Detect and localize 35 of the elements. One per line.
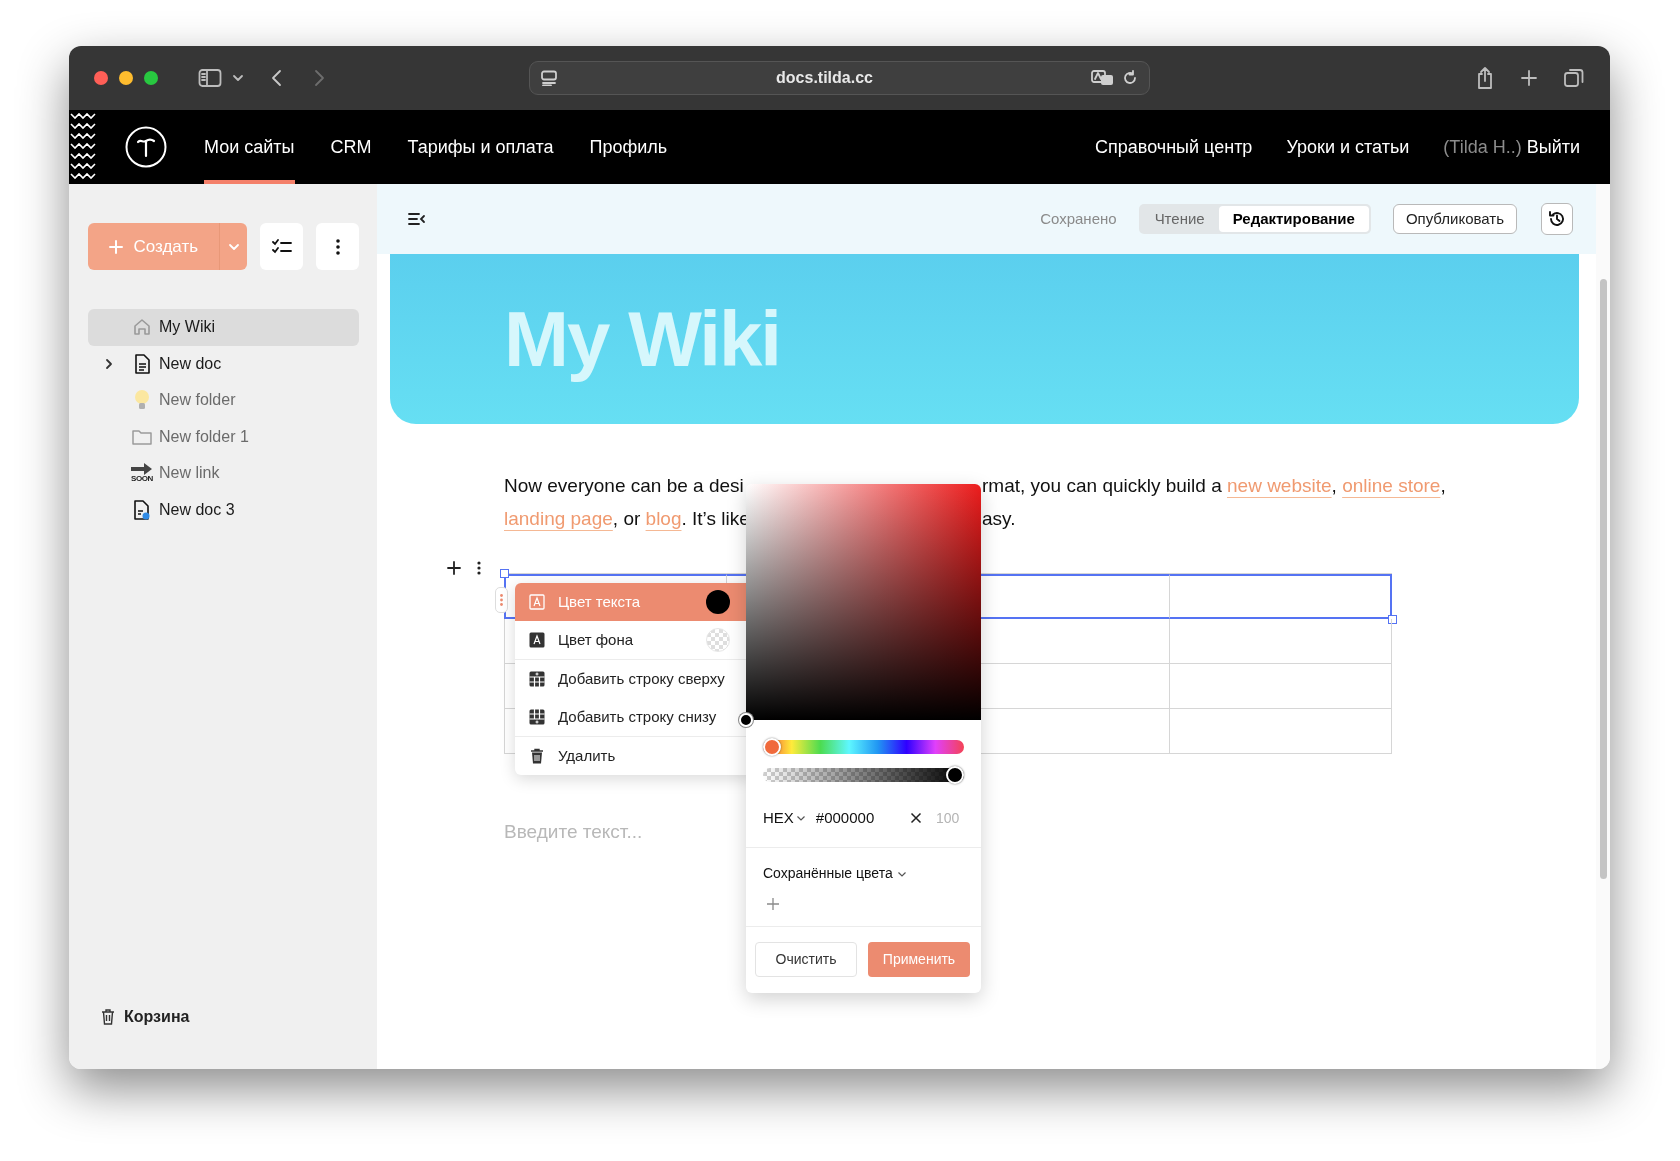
tree-item[interactable]: New folder 1 <box>88 418 359 455</box>
mode-tab[interactable]: Чтение <box>1140 206 1219 232</box>
trash-link[interactable]: Корзина <box>88 1005 359 1029</box>
paragraph-text: Now everyone can be a desi <box>504 475 744 497</box>
save-status: Сохранено <box>1040 208 1117 229</box>
nav-link[interactable]: Справочный центр <box>1095 133 1253 161</box>
soon-label: SOON <box>131 475 153 484</box>
format-dropdown[interactable]: HEX <box>763 806 806 830</box>
opacity-input[interactable]: 100 <box>936 807 964 829</box>
tree-item[interactable]: New doc <box>88 345 359 382</box>
nav-tab[interactable]: Тарифы и оплата <box>407 110 554 184</box>
user-name: (Tilda H..) <box>1443 135 1522 159</box>
tree-item[interactable]: New folder <box>88 382 359 419</box>
paragraph-text: asy. <box>982 507 1016 532</box>
tree-item-label: New doc 3 <box>159 499 235 520</box>
tree-item[interactable]: New doc 3 <box>88 491 359 528</box>
tree-item[interactable]: My Wiki <box>88 309 359 346</box>
hex-input[interactable]: #000000 <box>815 806 904 830</box>
page-title: My Wiki <box>504 293 781 385</box>
tree-item-label: My Wiki <box>159 317 215 338</box>
clear-button[interactable]: Очистить <box>755 942 857 977</box>
tree-item[interactable]: SOON New link <box>88 455 359 492</box>
logout-link[interactable]: Выйти <box>1526 133 1580 161</box>
tree-item-label: New doc <box>159 353 222 374</box>
nav-tab[interactable]: Профиль <box>589 110 668 184</box>
nav-link[interactable]: Уроки и статьи <box>1286 133 1410 161</box>
paragraph-text: rmat, you can quickly build a new website, online store, <box>982 474 1446 499</box>
nav-tab[interactable]: CRM <box>330 110 372 184</box>
address-bar[interactable]: docs.tilda.cc <box>529 61 1150 95</box>
tree-item-label: New folder <box>159 390 236 411</box>
saved-colors-toggle[interactable]: Сохранённые цвета <box>763 863 907 884</box>
tree-item-label: New folder 1 <box>159 426 249 447</box>
mode-tab[interactable]: Редактирование <box>1218 206 1369 232</box>
tree-item-label: New link <box>159 463 220 484</box>
publish-button[interactable]: Опубликовать <box>1392 204 1517 234</box>
